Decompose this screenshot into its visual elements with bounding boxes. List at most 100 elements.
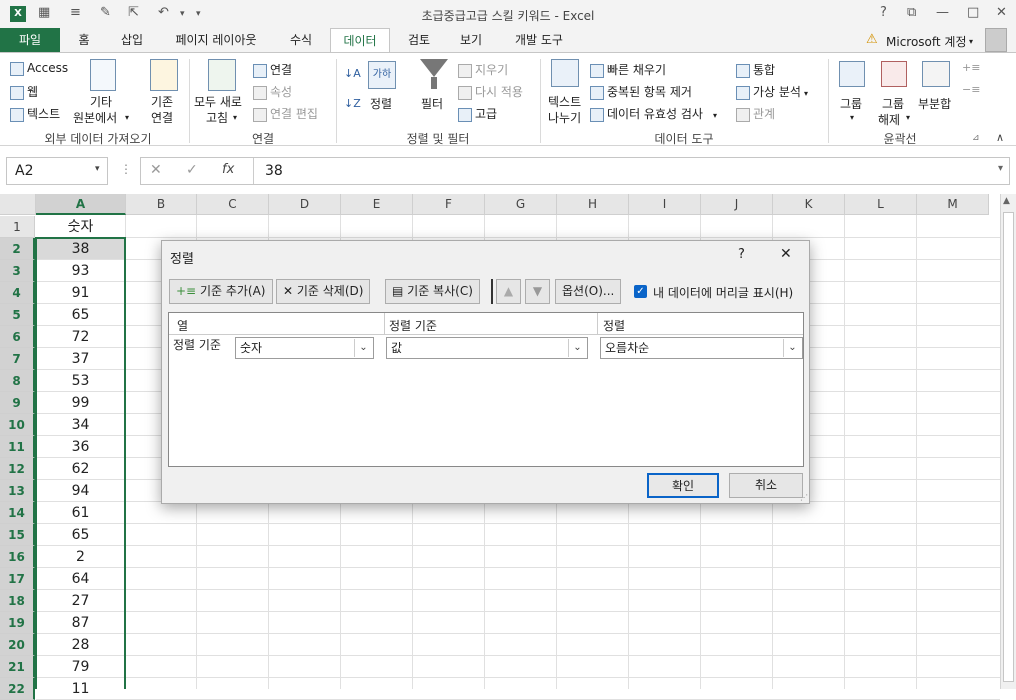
tab-formulas[interactable]: 수식: [280, 28, 322, 52]
enter-icon[interactable]: ✓: [186, 162, 198, 178]
row-header-8[interactable]: 8: [0, 370, 35, 392]
row-header-9[interactable]: 9: [0, 392, 35, 414]
relationships-button[interactable]: 관계: [753, 107, 775, 121]
delete-level-button[interactable]: ✕ 기준 삭제(D): [276, 279, 371, 304]
collapse-ribbon-icon[interactable]: ∧: [996, 131, 1004, 144]
account-label[interactable]: Microsoft 계정: [886, 33, 967, 50]
column-header-m[interactable]: M: [917, 194, 989, 215]
flash-fill-button[interactable]: 빠른 채우기: [607, 63, 666, 77]
group-button[interactable]: 그룹: [840, 95, 862, 112]
row-header-2[interactable]: 2: [0, 238, 35, 260]
column-header-j[interactable]: J: [701, 194, 773, 215]
column-header-d[interactable]: D: [269, 194, 341, 215]
consolidate-button[interactable]: 통합: [753, 63, 775, 77]
tab-home[interactable]: 홈: [70, 28, 98, 52]
tab-review[interactable]: 검토: [398, 28, 440, 52]
sort-az-icon[interactable]: ↓A: [344, 67, 361, 80]
sort-order-select[interactable]: 오름차순 ⌄: [600, 337, 803, 359]
header-checkbox-label[interactable]: 내 데이터에 머리글 표시(H): [653, 284, 793, 301]
hide-detail-icon[interactable]: −≡: [962, 83, 980, 96]
show-detail-icon[interactable]: +≡: [962, 61, 980, 74]
tab-page-layout[interactable]: 페이지 레이아웃: [164, 28, 268, 52]
row-header-20[interactable]: 20: [0, 634, 35, 656]
connections-button[interactable]: 연결: [270, 63, 292, 77]
column-header-h[interactable]: H: [557, 194, 629, 215]
cancel-icon[interactable]: ✕: [150, 162, 162, 178]
add-level-button[interactable]: +≡ 기준 추가(A): [169, 279, 273, 304]
vertical-scrollbar[interactable]: ▲: [1000, 194, 1016, 689]
refresh-all-label[interactable]: 모두 새로: [194, 93, 242, 110]
text-to-columns-label-2[interactable]: 나누기: [548, 109, 581, 126]
sort-on-select[interactable]: 값 ⌄: [386, 337, 588, 359]
ungroup-dropdown-icon[interactable]: ▾: [906, 113, 910, 122]
web-button[interactable]: 웹: [27, 85, 38, 99]
reapply-button[interactable]: 다시 적용: [475, 85, 523, 99]
data-validation-dropdown-icon[interactable]: ▾: [713, 111, 717, 120]
name-box-dropdown-icon[interactable]: ▾: [95, 164, 100, 174]
cancel-button[interactable]: 취소: [729, 473, 803, 498]
ribbon-display-button[interactable]: ⧉: [907, 5, 916, 20]
tab-view[interactable]: 보기: [450, 28, 492, 52]
column-header-g[interactable]: G: [485, 194, 557, 215]
restore-button[interactable]: □: [967, 5, 979, 20]
dialog-close-button[interactable]: ✕: [780, 246, 792, 262]
account-dropdown-icon[interactable]: ▾: [969, 37, 973, 46]
copy-level-button[interactable]: ▤ 기준 복사(C): [385, 279, 480, 304]
row-header-15[interactable]: 15: [0, 524, 35, 546]
expand-formula-icon[interactable]: ▾: [998, 163, 1003, 174]
header-checkbox[interactable]: ✓: [634, 285, 647, 298]
header-cell[interactable]: 숫자: [36, 216, 125, 238]
sort-column-select[interactable]: 숫자 ⌄: [235, 337, 374, 359]
group-dropdown-icon[interactable]: ▾: [850, 113, 854, 122]
what-if-dropdown-icon[interactable]: ▾: [804, 89, 808, 98]
advanced-button[interactable]: 고급: [475, 107, 497, 121]
subtotal-button[interactable]: 부분합: [918, 95, 951, 112]
row-header-22[interactable]: 22: [0, 678, 35, 700]
close-button[interactable]: ✕: [996, 5, 1007, 20]
column-header-e[interactable]: E: [341, 194, 413, 215]
select-all-corner[interactable]: [0, 194, 36, 215]
dialog-help-button[interactable]: ?: [738, 247, 745, 262]
remove-duplicates-button[interactable]: 중복된 항목 제거: [607, 85, 692, 99]
column-header-i[interactable]: I: [629, 194, 701, 215]
row-header-21[interactable]: 21: [0, 656, 35, 678]
row-header-7[interactable]: 7: [0, 348, 35, 370]
help-button[interactable]: ?: [880, 5, 887, 20]
row-header-5[interactable]: 5: [0, 304, 35, 326]
options-button[interactable]: 옵션(O)...: [555, 279, 622, 304]
refresh-dropdown-icon[interactable]: ▾: [233, 113, 237, 122]
tab-developer[interactable]: 개발 도구: [505, 28, 573, 52]
column-header-a[interactable]: A: [36, 194, 126, 215]
avatar[interactable]: [985, 28, 1007, 52]
sort-za-icon[interactable]: ↓Z: [344, 97, 361, 110]
sort-button[interactable]: 정렬: [370, 95, 392, 112]
tab-file[interactable]: 파일: [0, 28, 60, 52]
clear-button[interactable]: 지우기: [475, 63, 508, 77]
row-header-16[interactable]: 16: [0, 546, 35, 568]
ungroup-label-2[interactable]: 해제: [878, 111, 900, 128]
scroll-up-icon[interactable]: ▲: [1003, 196, 1010, 206]
dialog-launcher-icon[interactable]: ⊿: [972, 133, 980, 143]
other-sources-label[interactable]: 기타: [90, 93, 112, 110]
row-header-18[interactable]: 18: [0, 590, 35, 612]
row-header-11[interactable]: 11: [0, 436, 35, 458]
row-header-6[interactable]: 6: [0, 326, 35, 348]
access-button[interactable]: Access: [27, 61, 68, 75]
column-header-c[interactable]: C: [197, 194, 269, 215]
tab-data[interactable]: 데이터: [330, 28, 390, 53]
scroll-thumb[interactable]: [1003, 212, 1014, 682]
column-header-l[interactable]: L: [845, 194, 917, 215]
ungroup-label[interactable]: 그룹: [882, 95, 904, 112]
move-down-button[interactable]: ▼: [525, 279, 550, 304]
other-sources-label-2[interactable]: 원본에서: [73, 109, 117, 126]
other-sources-dropdown-icon[interactable]: ▾: [125, 113, 129, 122]
what-if-button[interactable]: 가상 분석: [753, 85, 801, 99]
refresh-all-label-2[interactable]: 고침: [206, 109, 228, 126]
text-to-columns-label[interactable]: 텍스트: [548, 93, 581, 110]
row-header-4[interactable]: 4: [0, 282, 35, 304]
existing-connections-label[interactable]: 기존: [151, 93, 173, 110]
filter-button[interactable]: 필터: [421, 95, 443, 112]
name-box[interactable]: A2: [6, 157, 108, 185]
edit-links-button[interactable]: 연결 편집: [270, 107, 318, 121]
row-header-13[interactable]: 13: [0, 480, 35, 502]
